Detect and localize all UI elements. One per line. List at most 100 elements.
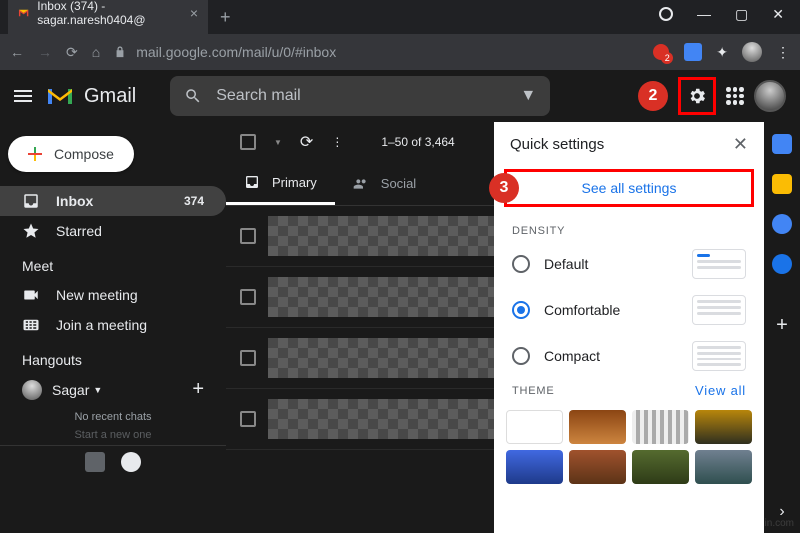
- tasks-app[interactable]: [772, 214, 792, 234]
- browser-menu[interactable]: ⋮: [776, 44, 790, 61]
- hangouts-avatar: [22, 380, 42, 400]
- extension-1[interactable]: 2: [652, 43, 670, 61]
- home-button[interactable]: ⌂: [92, 44, 100, 60]
- google-apps-button[interactable]: [726, 87, 744, 105]
- keep-app[interactable]: [772, 174, 792, 194]
- theme-grid: [494, 402, 764, 492]
- theme-thumb[interactable]: [695, 410, 752, 444]
- browser-address-bar: ← → ⟳ ⌂ mail.google.com/mail/u/0/#inbox …: [0, 34, 800, 70]
- gmail-icon: [46, 86, 74, 106]
- omnibox[interactable]: mail.google.com/mail/u/0/#inbox: [114, 44, 638, 60]
- sidebar-item-starred[interactable]: Starred: [0, 216, 226, 246]
- search-icon: [184, 87, 202, 105]
- tab-primary[interactable]: Primary: [226, 162, 335, 205]
- meet-section-title: Meet: [0, 246, 226, 280]
- annotation-marker-2: 2: [638, 81, 668, 111]
- hangouts-section-title: Hangouts: [0, 340, 226, 374]
- compose-button[interactable]: Compose: [8, 136, 134, 172]
- lock-icon: [114, 46, 126, 58]
- more-button[interactable]: ⋮: [331, 135, 343, 149]
- density-default[interactable]: Default: [494, 241, 764, 287]
- get-addons-button[interactable]: +: [776, 314, 788, 337]
- calendar-app[interactable]: [772, 134, 792, 154]
- row-checkbox[interactable]: [240, 289, 256, 305]
- theme-thumb[interactable]: [569, 450, 626, 484]
- theme-thumb[interactable]: [632, 450, 689, 484]
- contacts-tab[interactable]: [85, 452, 105, 472]
- forward-button[interactable]: →: [38, 44, 52, 60]
- hangouts-username: Sagar: [52, 382, 89, 398]
- extensions-menu[interactable]: ✦: [716, 44, 728, 61]
- search-box[interactable]: Search mail ▼: [170, 76, 550, 116]
- back-button[interactable]: ←: [10, 44, 24, 60]
- browser-tab[interactable]: Inbox (374) - sagar.naresh0404@ ×: [8, 0, 208, 34]
- select-dropdown[interactable]: ▼: [274, 138, 282, 147]
- select-all-checkbox[interactable]: [240, 134, 256, 150]
- no-recent-chats: No recent chats: [0, 405, 226, 423]
- star-icon: [22, 222, 40, 240]
- view-all-themes[interactable]: View all: [695, 383, 746, 398]
- content-area: ▼ ⟳ ⋮ 1–50 of 3,464 Primary Social Quick: [226, 122, 800, 533]
- density-compact[interactable]: Compact: [494, 333, 764, 379]
- extension-2[interactable]: [684, 43, 702, 61]
- browser-avatar[interactable]: [742, 42, 762, 62]
- sidebar-item-new-meeting[interactable]: New meeting: [0, 280, 226, 310]
- gmail-icon: [18, 8, 29, 18]
- reload-button[interactable]: ⟳: [66, 44, 78, 61]
- tab-social[interactable]: Social: [335, 162, 434, 205]
- gmail-logo[interactable]: Gmail: [46, 85, 136, 108]
- annotation-marker-3: 3: [489, 173, 519, 203]
- inbox-count: 374: [184, 194, 204, 208]
- radio-icon: [512, 255, 530, 273]
- tab-label: Primary: [272, 175, 317, 190]
- density-heading: DENSITY: [494, 221, 764, 241]
- hangouts-tab[interactable]: [121, 452, 141, 472]
- row-checkbox[interactable]: [240, 350, 256, 366]
- radio-label: Comfortable: [544, 302, 620, 318]
- see-all-label: See all settings: [582, 180, 677, 196]
- density-preview: [692, 249, 746, 279]
- close-icon[interactable]: ×: [190, 5, 198, 21]
- settings-button[interactable]: [678, 77, 716, 115]
- row-checkbox[interactable]: [240, 228, 256, 244]
- window-controls: — ▢ ✕: [659, 0, 800, 34]
- sidebar-item-label: New meeting: [56, 287, 138, 303]
- see-all-settings-button[interactable]: 3 See all settings: [504, 169, 754, 207]
- minimize-button[interactable]: —: [697, 6, 711, 22]
- start-new-chat[interactable]: Start a new one: [0, 423, 226, 441]
- radio-icon: [512, 301, 530, 319]
- plus-icon: [28, 147, 42, 161]
- density-preview: [692, 295, 746, 325]
- close-panel-button[interactable]: ✕: [733, 134, 748, 155]
- app-name: Gmail: [84, 85, 136, 108]
- theme-thumb[interactable]: [506, 410, 563, 444]
- sidebar-item-label: Starred: [56, 223, 102, 239]
- main-area: Compose Inbox 374 Starred Meet New meeti…: [0, 122, 800, 533]
- contacts-app[interactable]: [772, 254, 792, 274]
- hangouts-user-row[interactable]: Sagar ▼ +: [0, 374, 226, 405]
- new-chat-button[interactable]: +: [192, 378, 204, 401]
- sidebar-item-inbox[interactable]: Inbox 374: [0, 186, 226, 216]
- theme-thumb[interactable]: [695, 450, 752, 484]
- refresh-button[interactable]: ⟳: [300, 132, 313, 152]
- radio-label: Compact: [544, 348, 600, 364]
- close-window-button[interactable]: ✕: [772, 6, 784, 23]
- row-checkbox[interactable]: [240, 411, 256, 427]
- main-menu-button[interactable]: [14, 90, 32, 102]
- density-comfortable[interactable]: Comfortable: [494, 287, 764, 333]
- maximize-button[interactable]: ▢: [735, 6, 748, 23]
- new-tab-button[interactable]: +: [208, 1, 243, 34]
- keyboard-icon: [22, 316, 40, 334]
- tab-label: Social: [381, 176, 416, 191]
- tab-title: Inbox (374) - sagar.naresh0404@: [37, 0, 182, 27]
- search-options-icon[interactable]: ▼: [520, 87, 536, 105]
- ext-badge-count: 2: [661, 52, 673, 64]
- theme-thumb[interactable]: [569, 410, 626, 444]
- sidebar-item-label: Join a meeting: [56, 317, 147, 333]
- sidebar-item-join-meeting[interactable]: Join a meeting: [0, 310, 226, 340]
- gear-icon: [687, 86, 707, 106]
- browser-titlebar: Inbox (374) - sagar.naresh0404@ × + — ▢ …: [0, 0, 800, 34]
- theme-thumb[interactable]: [506, 450, 563, 484]
- account-avatar[interactable]: [754, 80, 786, 112]
- theme-thumb[interactable]: [632, 410, 689, 444]
